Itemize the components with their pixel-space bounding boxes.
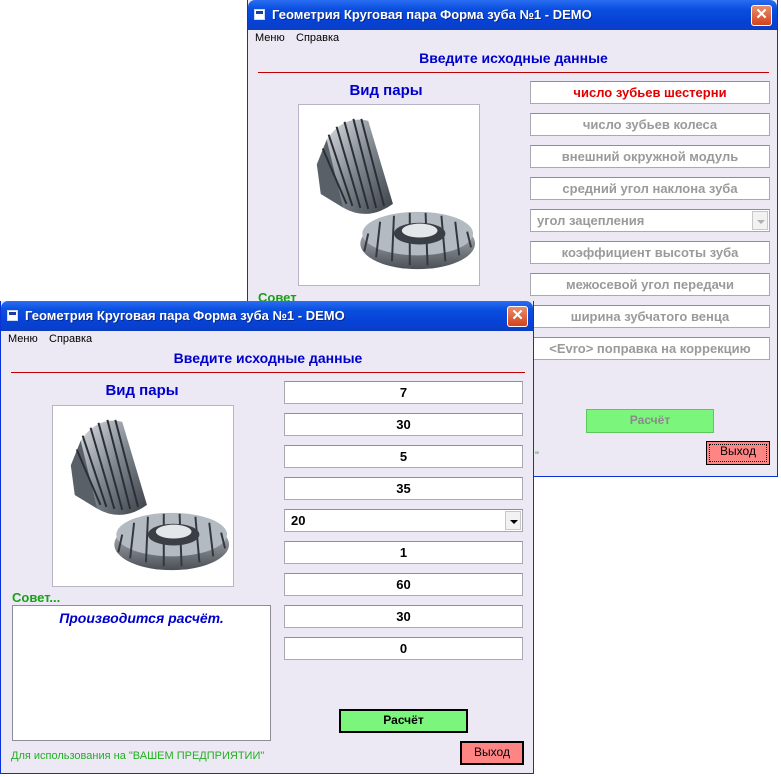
dropdown-arrow-icon[interactable] bbox=[505, 511, 521, 530]
advice-memo: Производится расчёт. bbox=[12, 605, 271, 741]
param-label-face-width[interactable]: ширина зубчатого венца bbox=[530, 305, 770, 328]
app-icon bbox=[7, 310, 18, 321]
param-value-addendum-coef[interactable]: 1 bbox=[284, 541, 523, 564]
param-value-module[interactable]: 5 bbox=[284, 445, 523, 468]
front-window-title: Геометрия Круговая пара Форма зуба №1 - … bbox=[25, 308, 345, 323]
front-advice-label: Совет... bbox=[12, 590, 61, 605]
param-value-correction[interactable]: 0 bbox=[284, 637, 523, 660]
back-title-bar[interactable]: Геометрия Круговая пара Форма зуба №1 - … bbox=[248, 0, 777, 30]
back-exit-button[interactable]: Выход bbox=[706, 441, 770, 465]
front-heading: Введите исходные данные bbox=[173, 350, 363, 366]
param-label-helix-angle[interactable]: средний угол наклона зуба bbox=[530, 177, 770, 200]
param-label-pressure-angle[interactable]: угол зацепления bbox=[530, 209, 770, 232]
close-icon[interactable]: ✕ bbox=[507, 306, 528, 327]
param-value-pressure-angle: 20 bbox=[291, 513, 306, 528]
front-gear-image bbox=[52, 405, 234, 587]
calculate-button[interactable]: Расчёт bbox=[339, 709, 468, 733]
param-label-wheel-teeth[interactable]: число зубьев колеса bbox=[530, 113, 770, 136]
dropdown-arrow-icon[interactable] bbox=[752, 211, 768, 230]
back-footer-tail: " bbox=[535, 450, 539, 462]
menu-item-help[interactable]: Справка bbox=[49, 333, 92, 345]
advice-message: Производится расчёт. bbox=[59, 610, 224, 626]
param-value-shaft-angle[interactable]: 60 bbox=[284, 573, 523, 596]
exit-button[interactable]: Выход bbox=[460, 741, 524, 765]
param-label-module[interactable]: внешний окружной модуль bbox=[530, 145, 770, 168]
back-heading: Введите исходные данные bbox=[419, 50, 608, 66]
back-gear-image bbox=[298, 104, 480, 286]
close-icon[interactable]: ✕ bbox=[751, 5, 772, 26]
footer-text: Для использования на "ВАШЕМ ПРЕДПРИЯТИИ" bbox=[11, 750, 265, 762]
front-heading-divider bbox=[11, 372, 525, 373]
param-value-helix-angle[interactable]: 35 bbox=[284, 477, 523, 500]
back-menubar: Меню Справка bbox=[248, 30, 777, 48]
bevel-gear-image bbox=[316, 118, 476, 270]
param-value-wheel-teeth[interactable]: 30 bbox=[284, 413, 523, 436]
back-pair-view-label: Вид пары bbox=[349, 82, 423, 99]
param-label-gear-teeth[interactable]: число зубьев шестерни bbox=[530, 81, 770, 104]
back-heading-divider bbox=[258, 72, 769, 73]
param-value-face-width[interactable]: 30 bbox=[284, 605, 523, 628]
back-window-title: Геометрия Круговая пара Форма зуба №1 - … bbox=[272, 7, 592, 22]
param-value-gear-teeth[interactable]: 7 bbox=[284, 381, 523, 404]
menu-item-menu[interactable]: Меню bbox=[8, 333, 38, 345]
param-label-addendum-coef[interactable]: коэффициент высоты зуба bbox=[530, 241, 770, 264]
menu-item-menu[interactable]: Меню bbox=[255, 32, 285, 44]
param-label-correction[interactable]: <Evro> поправка на коррекцию bbox=[530, 337, 770, 360]
menu-item-help[interactable]: Справка bbox=[296, 32, 339, 44]
param-select-pressure-angle[interactable]: 20 bbox=[284, 509, 523, 532]
app-icon bbox=[254, 9, 265, 20]
front-pair-view-label: Вид пары bbox=[105, 382, 179, 399]
param-label-pressure-angle-text: угол зацепления bbox=[537, 213, 645, 228]
front-title-bar[interactable]: Геометрия Круговая пара Форма зуба №1 - … bbox=[1, 301, 533, 331]
front-menubar: Меню Справка bbox=[1, 331, 533, 349]
bevel-gear-image bbox=[70, 419, 230, 571]
param-label-shaft-angle[interactable]: межосевой угол передачи bbox=[530, 273, 770, 296]
front-window: Геометрия Круговая пара Форма зуба №1 - … bbox=[0, 301, 534, 774]
back-calculate-button[interactable]: Расчёт bbox=[586, 409, 714, 433]
